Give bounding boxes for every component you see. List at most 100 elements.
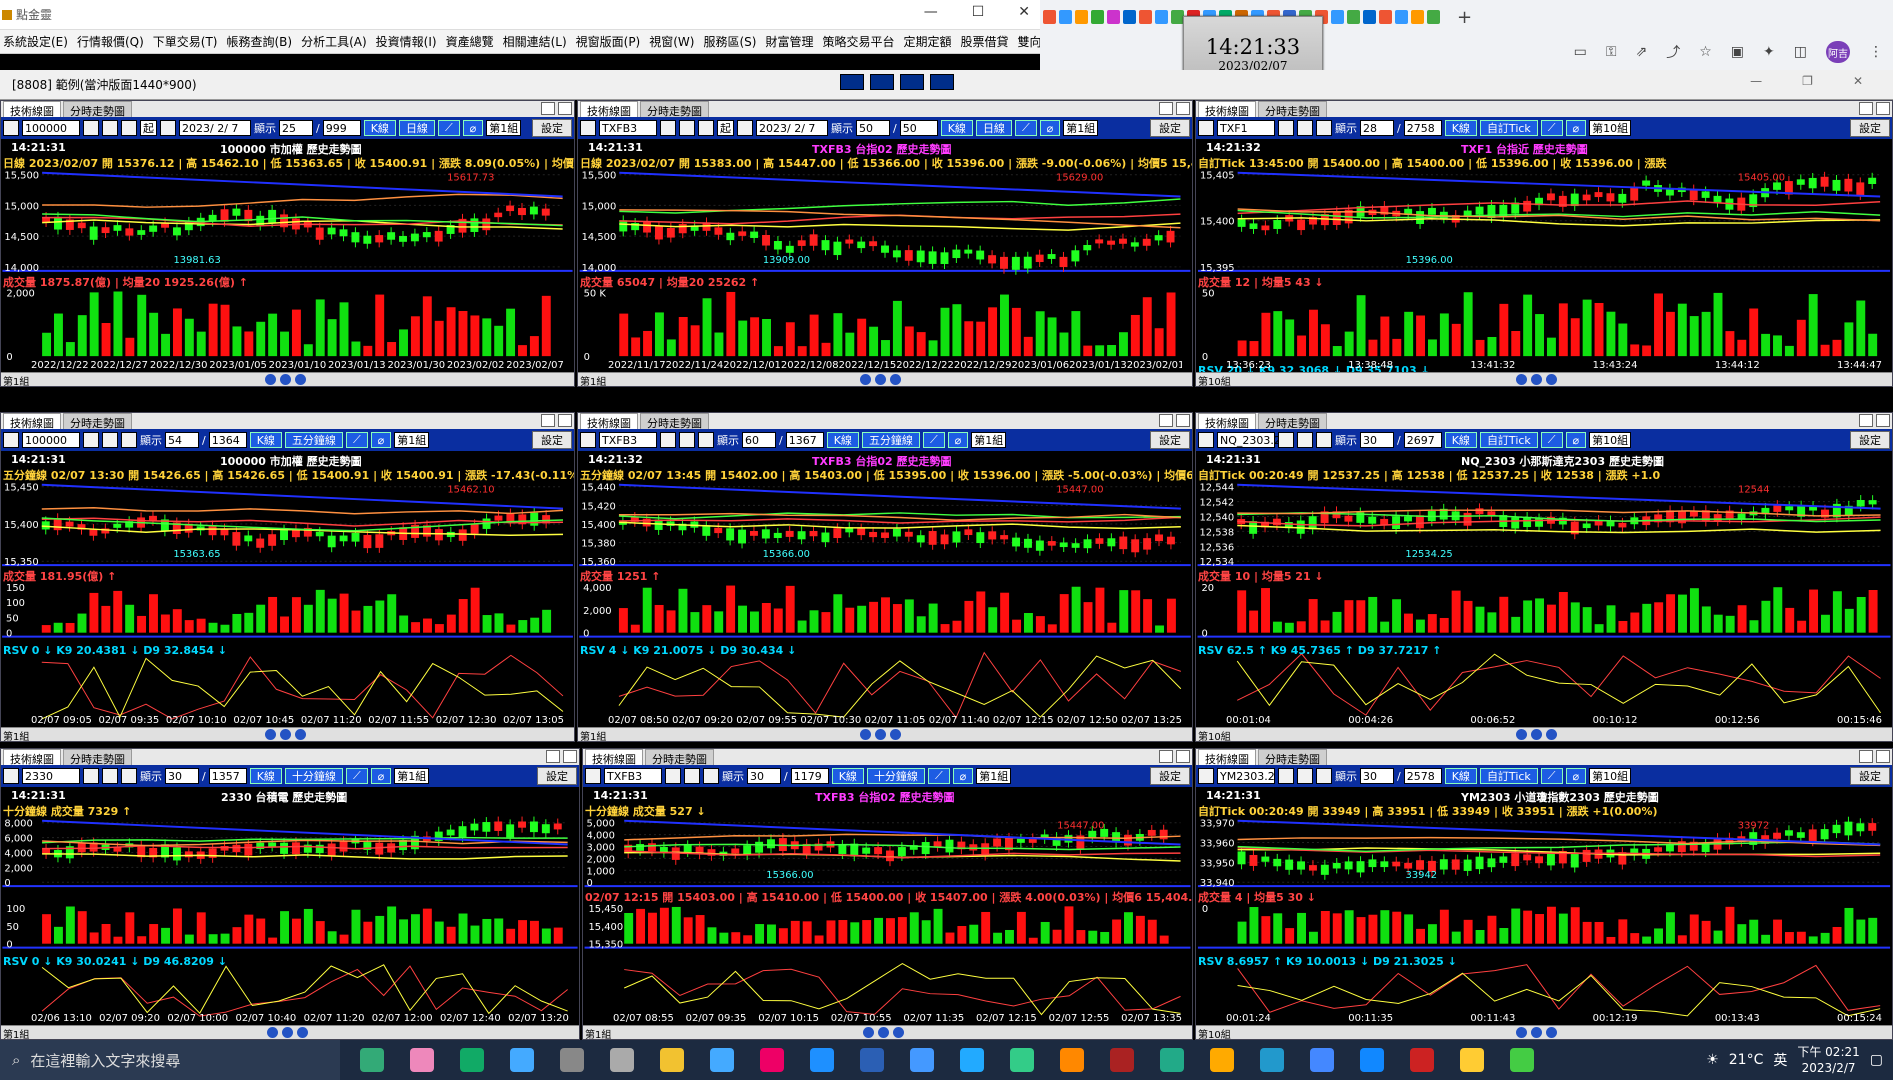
period-select[interactable]: 自訂Tick: [1479, 768, 1538, 784]
symbol-input[interactable]: NQ_2303.2: [1217, 432, 1281, 448]
tab-intraday-chart[interactable]: 分時走勢圖: [1258, 749, 1327, 766]
panel-restore-icon[interactable]: [1159, 750, 1173, 763]
date-select[interactable]: 2023/ 2/ 7: [756, 120, 828, 136]
zoom-in-icon[interactable]: [1516, 1027, 1528, 1038]
menu-item[interactable]: 資產總覽: [446, 33, 494, 50]
eraser-tool-icon[interactable]: ⌀: [462, 120, 484, 136]
panel-close-icon[interactable]: [1876, 102, 1890, 115]
group-label[interactable]: 第1組: [580, 373, 606, 386]
arrow-up-icon[interactable]: [1297, 120, 1313, 136]
browser-tab-favicon-icon[interactable]: [1379, 10, 1392, 24]
menu-item[interactable]: 財富管理: [765, 33, 813, 50]
key-icon[interactable]: ⚿: [1606, 44, 1617, 60]
draw-line-tool-icon[interactable]: ⟋: [1540, 432, 1563, 448]
zoom-out-icon[interactable]: [878, 1027, 890, 1038]
arrow-down-icon[interactable]: [121, 120, 137, 136]
period-select[interactable]: 十分鐘線: [284, 768, 343, 784]
group-label[interactable]: 第10組: [1198, 728, 1231, 741]
k-line-select[interactable]: K線: [1444, 120, 1477, 136]
taskbar-app-icon[interactable]: [660, 1048, 684, 1072]
layout-tool-2-icon[interactable]: [870, 74, 894, 90]
panel-restore-icon[interactable]: [1859, 750, 1873, 763]
tab-technical-chart[interactable]: 技術線圖: [1198, 749, 1256, 766]
zoom-in-icon[interactable]: [860, 729, 872, 740]
show-count-input[interactable]: 30: [747, 768, 781, 784]
menu-item[interactable]: 服務區(S): [703, 33, 756, 50]
panel-close-icon[interactable]: [1176, 102, 1190, 115]
panel-close-icon[interactable]: [558, 414, 572, 427]
zoom-reset-icon[interactable]: [296, 1027, 308, 1038]
menu-item[interactable]: 策略交易平台: [822, 33, 894, 50]
show-count-input[interactable]: 30: [1360, 768, 1394, 784]
ime-indicator[interactable]: 英: [1773, 1050, 1787, 1070]
show-count-input[interactable]: 25: [279, 120, 313, 136]
zoom-in-icon[interactable]: [264, 729, 276, 740]
group-label[interactable]: 第1組: [580, 728, 606, 741]
eraser-tool-icon[interactable]: ⌀: [1039, 120, 1061, 136]
period-select[interactable]: 自訂Tick: [1479, 120, 1538, 136]
minimize-button[interactable]: —: [924, 4, 938, 20]
arrow-up-icon[interactable]: [102, 432, 118, 448]
taskbar-app-icon[interactable]: [460, 1048, 484, 1072]
taskbar-app-icon[interactable]: [1410, 1048, 1434, 1072]
open-external-icon[interactable]: ⇗: [1636, 44, 1648, 60]
settings-button[interactable]: 設定: [532, 119, 572, 137]
browser-tab-favicon-icon[interactable]: [1091, 10, 1104, 24]
arrow-down-icon[interactable]: [703, 768, 719, 784]
period-select[interactable]: 五分鐘線: [284, 432, 343, 448]
k-line-select[interactable]: K線: [249, 432, 282, 448]
browser-tab-favicon-icon[interactable]: [1363, 10, 1376, 24]
taskbar-app-icon[interactable]: [760, 1048, 784, 1072]
draw-line-tool-icon[interactable]: ⟋: [437, 120, 460, 136]
arrow-up-icon[interactable]: [102, 768, 118, 784]
panel-close-icon[interactable]: [1176, 750, 1190, 763]
panel-close-icon[interactable]: [558, 102, 572, 115]
arrow-down-icon[interactable]: [1316, 768, 1332, 784]
zoom-reset-icon[interactable]: [294, 729, 306, 740]
panel-restore-icon[interactable]: [1159, 414, 1173, 427]
tab-technical-chart[interactable]: 技術線圖: [1198, 101, 1256, 118]
zoom-in-icon[interactable]: [860, 374, 872, 385]
workspace-minimize-button[interactable]: —: [1750, 74, 1762, 88]
k-line-select[interactable]: K線: [1444, 432, 1477, 448]
panel-restore-icon[interactable]: [1159, 102, 1173, 115]
group-select[interactable]: 第1組: [976, 768, 1012, 784]
browser-tab-favicon-icon[interactable]: [1411, 10, 1424, 24]
panel-menu-icon[interactable]: [585, 768, 601, 784]
zoom-out-icon[interactable]: [875, 729, 887, 740]
tab-intraday-chart[interactable]: 分時走勢圖: [63, 749, 132, 766]
menu-item[interactable]: 視窗(W): [649, 33, 694, 50]
tab-technical-chart[interactable]: 技術線圖: [3, 749, 61, 766]
star-icon[interactable]: ☆: [1699, 44, 1712, 60]
group-label[interactable]: 第1組: [3, 728, 29, 741]
tab-intraday-chart[interactable]: 分時走勢圖: [63, 413, 132, 430]
menu-item[interactable]: 定期定額: [904, 33, 952, 50]
zoom-reset-icon[interactable]: [1546, 1027, 1558, 1038]
close-button[interactable]: ✕: [1018, 4, 1030, 20]
arrow-down-icon[interactable]: [1316, 432, 1332, 448]
eraser-tool-icon[interactable]: ⌀: [370, 432, 392, 448]
tab-intraday-chart[interactable]: 分時走勢圖: [645, 749, 714, 766]
help-icon[interactable]: [930, 74, 954, 90]
share-icon[interactable]: ⤴: [1666, 42, 1680, 62]
maximize-button[interactable]: ☐: [972, 4, 985, 20]
symbol-input[interactable]: 2330: [22, 768, 80, 784]
tab-intraday-chart[interactable]: 分時走勢圖: [640, 101, 709, 118]
browser-tab-favicon-icon[interactable]: [1107, 10, 1120, 24]
taskbar-search[interactable]: ⌕ 在這裡輸入文字來搜尋: [0, 1040, 340, 1080]
eraser-tool-icon[interactable]: ⌀: [1565, 432, 1587, 448]
symbol-input[interactable]: 100000: [22, 432, 80, 448]
group-label[interactable]: 第10組: [1198, 373, 1231, 386]
browser-tab-favicon-icon[interactable]: [1123, 10, 1136, 24]
layout-tool-3-icon[interactable]: [900, 74, 924, 90]
arrow-down-icon[interactable]: [121, 768, 137, 784]
panel-close-icon[interactable]: [1876, 750, 1890, 763]
panel-menu-icon[interactable]: [1198, 432, 1214, 448]
panel-restore-icon[interactable]: [541, 102, 555, 115]
zoom-reset-icon[interactable]: [1546, 729, 1558, 740]
browser-tab-favicon-icon[interactable]: [1427, 10, 1440, 24]
zoom-out-icon[interactable]: [279, 374, 291, 385]
panel-close-icon[interactable]: [1176, 414, 1190, 427]
zoom-out-icon[interactable]: [1531, 374, 1543, 385]
menu-dots-icon[interactable]: ⋮: [1869, 44, 1883, 60]
